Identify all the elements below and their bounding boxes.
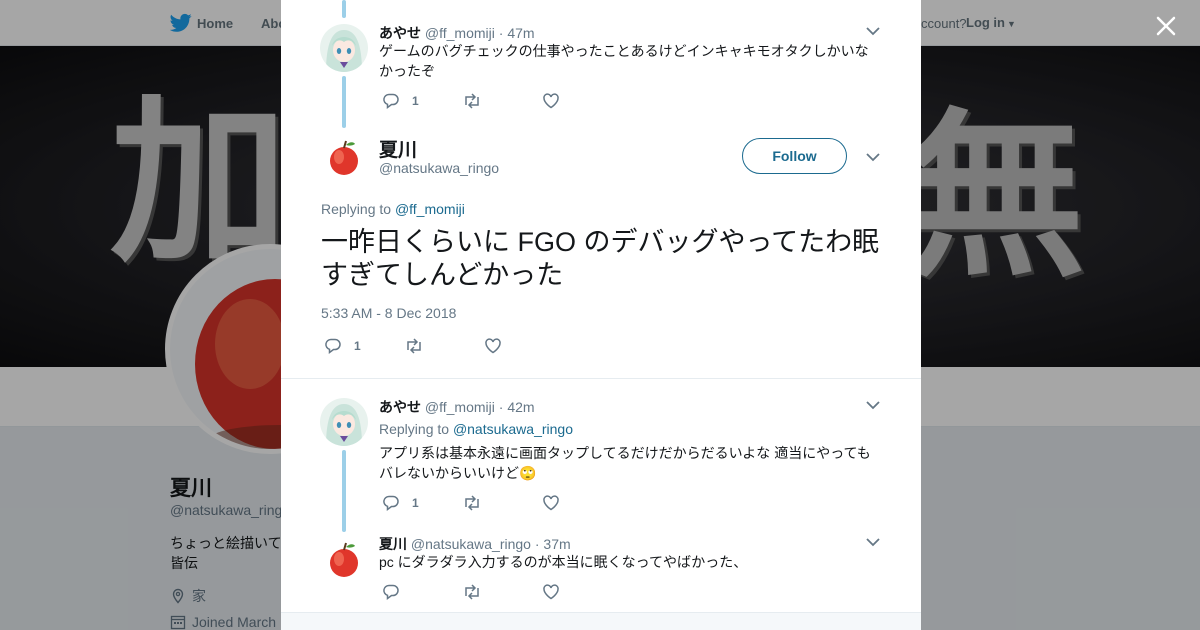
replying-to-handle[interactable]: @natsukawa_ringo [453,421,573,437]
tweet-header: あやせ @ff_momiji · 42m [379,397,535,417]
thread-line-top [342,0,346,18]
author-name[interactable]: あやせ [379,25,421,41]
reply-count: 1 [354,339,361,353]
tweet-header: あやせ @ff_momiji · 47m [379,23,535,43]
replying-to-handle[interactable]: @ff_momiji [395,201,465,217]
chevron-down-icon[interactable] [865,26,881,36]
like-button[interactable] [542,583,560,601]
eye-roll-emoji: 🙄 [519,465,537,481]
like-icon [543,495,559,511]
separator-dot: · [498,399,504,415]
like-icon [485,338,501,354]
tweet-time[interactable]: 37m [543,536,570,552]
chevron-down-icon[interactable] [865,537,881,547]
retweet-button[interactable] [462,494,542,512]
reply-button[interactable]: 1 [382,494,462,512]
separator-dot: · [534,536,540,552]
author-handle[interactable]: @ff_momiji [425,25,495,41]
retweet-icon [465,495,479,511]
retweet-icon [407,338,421,354]
like-icon [543,93,559,109]
reply-icon [383,584,399,600]
retweet-button[interactable] [462,92,542,110]
reply-icon [325,338,341,354]
avatar[interactable] [320,133,368,181]
modal-footer [281,612,921,630]
divider [281,378,921,379]
thread-line-1 [342,76,346,128]
avatar[interactable] [320,24,368,72]
tweet-date[interactable]: 5:33 AM - 8 Dec 2018 [321,305,456,321]
reply-button[interactable]: 1 [324,337,404,355]
tweet-text-body: アプリ系は基本永遠に画面タップしてるだけだからだるいよな 適当にやってもバレない… [379,445,871,481]
avatar[interactable] [320,398,368,446]
author-name[interactable]: あやせ [379,399,421,415]
author-name[interactable]: 夏川 [379,536,407,552]
reply-count: 1 [412,496,419,510]
like-button[interactable] [484,337,502,355]
reply-count: 1 [412,94,419,108]
replying-to-prefix: Replying to [379,421,450,437]
replying-to-prefix: Replying to [321,201,392,217]
main-tweet-text: 一昨日くらいに FGO のデバッグやってたわ眠すぎてしんどかった [321,227,880,290]
tweet-text: pc にダラダラ入力するのが本当に眠くなってやばかった、 [379,554,748,570]
retweet-icon [465,93,479,109]
chevron-down-icon[interactable] [865,400,881,410]
author-handle[interactable]: @natsukawa_ringo [411,536,531,552]
thread-line-3 [342,450,346,532]
tweet-actions: 1 [382,494,560,512]
close-icon[interactable] [1150,10,1182,42]
reply-button[interactable]: 1 [382,92,462,110]
avatar[interactable] [320,535,368,583]
tweet-text: ゲームのバグチェックの仕事やったことあるけどインキャキモオタクしかいなかったぞ [379,43,869,79]
tweet-actions: 1 [324,337,502,355]
tweet-text: アプリ系は基本永遠に画面タップしてるだけだからだるいよな 適当にやってもバレない… [379,443,884,483]
anime-avatar-image [320,398,368,446]
reply-icon [383,93,399,109]
chevron-down-icon[interactable] [865,152,881,162]
separator-dot: · [498,25,504,41]
reply-icon [383,495,399,511]
tweet-actions: 1 [382,92,560,110]
replying-to: Replying to @natsukawa_ringo [379,421,573,437]
author-handle[interactable]: @natsukawa_ringo [379,160,499,176]
like-button[interactable] [542,494,560,512]
tweet-time[interactable]: 42m [507,399,534,415]
apple-avatar-image [320,535,368,583]
tweet-time[interactable]: 47m [507,25,534,41]
retweet-button[interactable] [462,583,542,601]
follow-button[interactable]: Follow [742,138,847,174]
author-handle[interactable]: @ff_momiji [425,399,495,415]
tweet-actions [382,583,560,601]
reply-button[interactable] [382,583,462,601]
tweet-header: 夏川 @natsukawa_ringo · 37m [379,534,571,554]
retweet-button[interactable] [404,337,484,355]
replying-to: Replying to @ff_momiji [321,201,465,217]
like-icon [543,584,559,600]
author-name[interactable]: 夏川 [379,135,417,162]
retweet-icon [465,584,479,600]
like-button[interactable] [542,92,560,110]
tweet-modal: あやせ @ff_momiji · 47m ゲームのバグチェックの仕事やったことあ… [281,0,921,630]
apple-avatar-image [320,133,368,181]
anime-avatar-image [320,24,368,72]
